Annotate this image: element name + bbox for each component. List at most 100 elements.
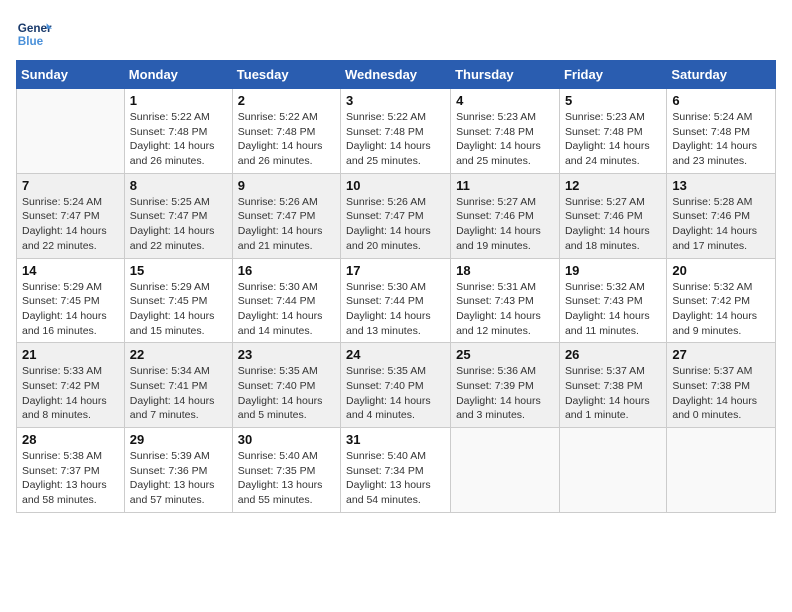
day-number: 2: [238, 93, 335, 108]
day-number: 15: [130, 263, 227, 278]
day-number: 14: [22, 263, 119, 278]
calendar-cell: 27 Sunrise: 5:37 AM Sunset: 7:38 PM Dayli…: [667, 343, 776, 428]
svg-text:Blue: Blue: [18, 35, 44, 48]
calendar-cell: 20Sunrise: 5:32 AM Sunset: 7:42 PM Dayli…: [667, 258, 776, 343]
day-number: 27: [672, 347, 770, 362]
day-info: Sunrise: 5:35 AM Sunset: 7:40 PM Dayligh…: [346, 364, 445, 423]
day-number: 22: [130, 347, 227, 362]
day-info: Sunrise: 5:33 AM Sunset: 7:42 PM Dayligh…: [22, 364, 119, 423]
calendar-cell: 10 Sunrise: 5:26 AM Sunset: 7:47 PM Dayli…: [341, 173, 451, 258]
calendar-cell: 7 Sunrise: 5:24 AM Sunset: 7:47 PM Daylig…: [17, 173, 125, 258]
page-header: General Blue: [16, 16, 776, 52]
calendar-cell: 12 Sunrise: 5:27 AM Sunset: 7:46 PM Dayli…: [559, 173, 666, 258]
day-info: Sunrise: 5:37 AM Sunset: 7:38 PM Dayligh…: [672, 364, 770, 423]
day-number: 7: [22, 178, 119, 193]
calendar-week-row: 14 Sunrise: 5:29 AM Sunset: 7:45 PM Dayli…: [17, 258, 776, 343]
col-header-wednesday: Wednesday: [341, 61, 451, 89]
calendar-cell: [559, 428, 666, 513]
day-number: 28: [22, 432, 119, 447]
calendar-week-row: 7 Sunrise: 5:24 AM Sunset: 7:47 PM Daylig…: [17, 173, 776, 258]
day-number: 21: [22, 347, 119, 362]
calendar-cell: 22 Sunrise: 5:34 AM Sunset: 7:41 PM Dayli…: [124, 343, 232, 428]
calendar-cell: 30 Sunrise: 5:40 AM Sunset: 7:35 PM Dayli…: [232, 428, 340, 513]
logo: General Blue: [16, 16, 52, 52]
calendar-cell: 16 Sunrise: 5:30 AM Sunset: 7:44 PM Dayli…: [232, 258, 340, 343]
day-info: Sunrise: 5:38 AM Sunset: 7:37 PM Dayligh…: [22, 449, 119, 508]
day-number: 18: [456, 263, 554, 278]
col-header-thursday: Thursday: [451, 61, 560, 89]
calendar-cell: 14 Sunrise: 5:29 AM Sunset: 7:45 PM Dayli…: [17, 258, 125, 343]
day-info: Sunrise: 5:29 AM Sunset: 7:45 PM Dayligh…: [22, 280, 119, 339]
col-header-monday: Monday: [124, 61, 232, 89]
day-number: 4: [456, 93, 554, 108]
day-number: 16: [238, 263, 335, 278]
day-info: Sunrise: 5:40 AM Sunset: 7:35 PM Dayligh…: [238, 449, 335, 508]
day-info: Sunrise: 5:22 AM Sunset: 7:48 PM Dayligh…: [346, 110, 445, 169]
day-number: 20: [672, 263, 770, 278]
calendar-week-row: 28 Sunrise: 5:38 AM Sunset: 7:37 PM Dayli…: [17, 428, 776, 513]
calendar-cell: 29 Sunrise: 5:39 AM Sunset: 7:36 PM Dayli…: [124, 428, 232, 513]
day-number: 17: [346, 263, 445, 278]
day-number: 23: [238, 347, 335, 362]
calendar-cell: 15Sunrise: 5:29 AM Sunset: 7:45 PM Dayli…: [124, 258, 232, 343]
day-info: Sunrise: 5:37 AM Sunset: 7:38 PM Dayligh…: [565, 364, 661, 423]
col-header-saturday: Saturday: [667, 61, 776, 89]
calendar-week-row: 21 Sunrise: 5:33 AM Sunset: 7:42 PM Dayli…: [17, 343, 776, 428]
day-number: 6: [672, 93, 770, 108]
calendar-week-row: 1 Sunrise: 5:22 AM Sunset: 7:48 PM Daylig…: [17, 89, 776, 174]
day-info: Sunrise: 5:31 AM Sunset: 7:43 PM Dayligh…: [456, 280, 554, 339]
calendar-cell: 11Sunrise: 5:27 AM Sunset: 7:46 PM Dayli…: [451, 173, 560, 258]
day-info: Sunrise: 5:39 AM Sunset: 7:36 PM Dayligh…: [130, 449, 227, 508]
day-info: Sunrise: 5:24 AM Sunset: 7:47 PM Dayligh…: [22, 195, 119, 254]
day-number: 12: [565, 178, 661, 193]
col-header-tuesday: Tuesday: [232, 61, 340, 89]
calendar-cell: 13 Sunrise: 5:28 AM Sunset: 7:46 PM Dayli…: [667, 173, 776, 258]
day-info: Sunrise: 5:22 AM Sunset: 7:48 PM Dayligh…: [130, 110, 227, 169]
calendar-cell: [451, 428, 560, 513]
day-number: 11: [456, 178, 554, 193]
day-info: Sunrise: 5:30 AM Sunset: 7:44 PM Dayligh…: [238, 280, 335, 339]
day-info: Sunrise: 5:24 AM Sunset: 7:48 PM Dayligh…: [672, 110, 770, 169]
calendar-cell: 28 Sunrise: 5:38 AM Sunset: 7:37 PM Dayli…: [17, 428, 125, 513]
day-info: Sunrise: 5:26 AM Sunset: 7:47 PM Dayligh…: [346, 195, 445, 254]
day-info: Sunrise: 5:32 AM Sunset: 7:43 PM Dayligh…: [565, 280, 661, 339]
day-info: Sunrise: 5:36 AM Sunset: 7:39 PM Dayligh…: [456, 364, 554, 423]
day-info: Sunrise: 5:23 AM Sunset: 7:48 PM Dayligh…: [456, 110, 554, 169]
calendar-cell: 23 Sunrise: 5:35 AM Sunset: 7:40 PM Dayli…: [232, 343, 340, 428]
calendar-cell: [17, 89, 125, 174]
day-number: 30: [238, 432, 335, 447]
day-number: 19: [565, 263, 661, 278]
calendar-cell: 3 Sunrise: 5:22 AM Sunset: 7:48 PM Daylig…: [341, 89, 451, 174]
day-number: 25: [456, 347, 554, 362]
day-number: 1: [130, 93, 227, 108]
day-number: 3: [346, 93, 445, 108]
day-info: Sunrise: 5:27 AM Sunset: 7:46 PM Dayligh…: [565, 195, 661, 254]
day-info: Sunrise: 5:34 AM Sunset: 7:41 PM Dayligh…: [130, 364, 227, 423]
day-number: 24: [346, 347, 445, 362]
calendar-cell: 2 Sunrise: 5:22 AM Sunset: 7:48 PM Daylig…: [232, 89, 340, 174]
calendar-cell: 1 Sunrise: 5:22 AM Sunset: 7:48 PM Daylig…: [124, 89, 232, 174]
calendar-cell: 19 Sunrise: 5:32 AM Sunset: 7:43 PM Dayli…: [559, 258, 666, 343]
col-header-sunday: Sunday: [17, 61, 125, 89]
calendar-cell: 8Sunrise: 5:25 AM Sunset: 7:47 PM Daylig…: [124, 173, 232, 258]
day-number: 29: [130, 432, 227, 447]
calendar-header-row: SundayMondayTuesdayWednesdayThursdayFrid…: [17, 61, 776, 89]
day-info: Sunrise: 5:23 AM Sunset: 7:48 PM Dayligh…: [565, 110, 661, 169]
day-info: Sunrise: 5:22 AM Sunset: 7:48 PM Dayligh…: [238, 110, 335, 169]
calendar-cell: 31 Sunrise: 5:40 AM Sunset: 7:34 PM Dayli…: [341, 428, 451, 513]
day-info: Sunrise: 5:30 AM Sunset: 7:44 PM Dayligh…: [346, 280, 445, 339]
calendar-cell: 21 Sunrise: 5:33 AM Sunset: 7:42 PM Dayli…: [17, 343, 125, 428]
day-info: Sunrise: 5:40 AM Sunset: 7:34 PM Dayligh…: [346, 449, 445, 508]
calendar-cell: 25 Sunrise: 5:36 AM Sunset: 7:39 PM Dayli…: [451, 343, 560, 428]
day-number: 8: [130, 178, 227, 193]
day-info: Sunrise: 5:35 AM Sunset: 7:40 PM Dayligh…: [238, 364, 335, 423]
day-number: 31: [346, 432, 445, 447]
calendar-cell: 26Sunrise: 5:37 AM Sunset: 7:38 PM Dayli…: [559, 343, 666, 428]
calendar-table: SundayMondayTuesdayWednesdayThursdayFrid…: [16, 60, 776, 513]
day-number: 10: [346, 178, 445, 193]
day-number: 13: [672, 178, 770, 193]
calendar-cell: 17 Sunrise: 5:30 AM Sunset: 7:44 PM Dayli…: [341, 258, 451, 343]
day-number: 5: [565, 93, 661, 108]
day-info: Sunrise: 5:28 AM Sunset: 7:46 PM Dayligh…: [672, 195, 770, 254]
calendar-cell: 9Sunrise: 5:26 AM Sunset: 7:47 PM Daylig…: [232, 173, 340, 258]
